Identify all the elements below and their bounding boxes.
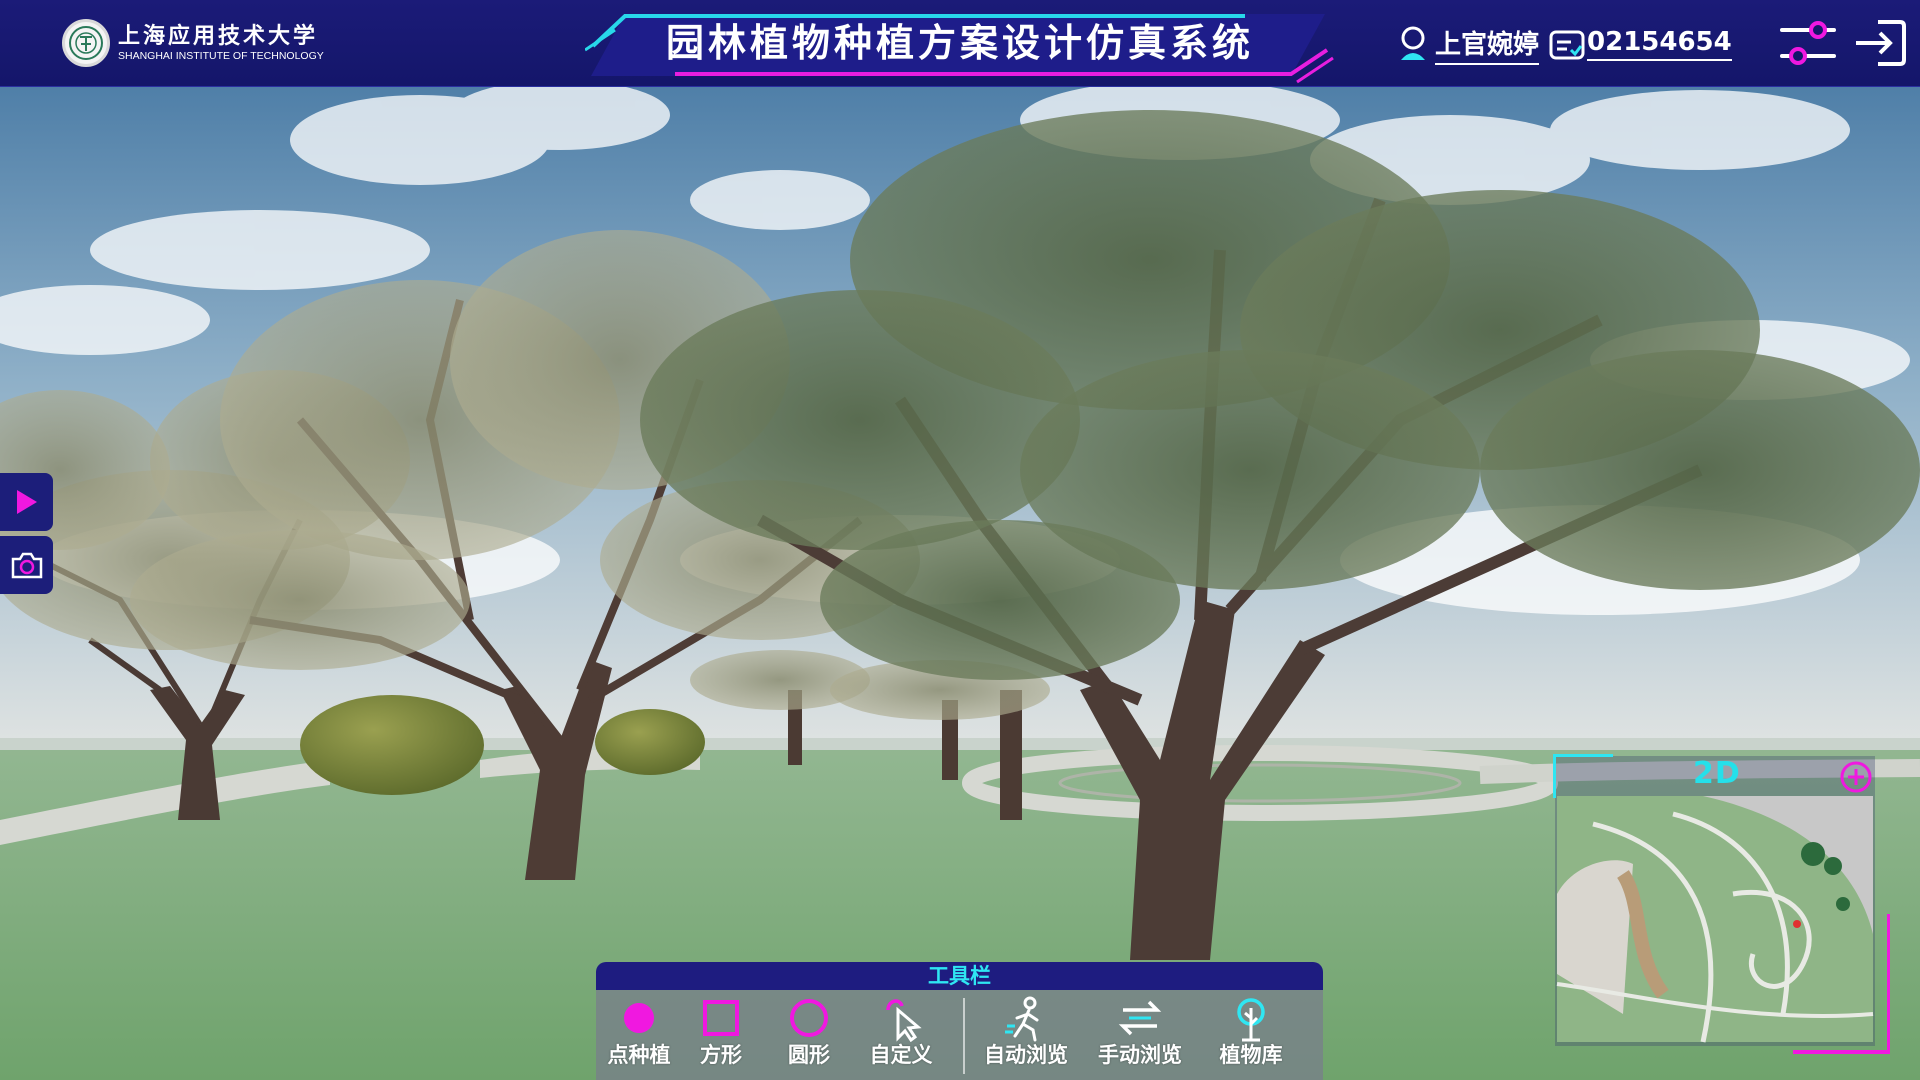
- toolbar-title: 工具栏: [596, 962, 1323, 990]
- minimap-expand-button[interactable]: [1839, 760, 1873, 794]
- tool-label: 点种植: [607, 1043, 671, 1067]
- university-name-cn: 上海应用技术大学: [118, 23, 319, 49]
- tree-icon: [1237, 998, 1265, 1042]
- app-title: 园林植物种植方案设计仿真系统: [665, 21, 1254, 65]
- logout-button[interactable]: [1852, 18, 1908, 68]
- tool-auto-browse[interactable]: 自动浏览: [976, 990, 1076, 1080]
- swap-arrows-icon: [1118, 1000, 1162, 1036]
- shrub: [300, 695, 484, 795]
- screenshot-button[interactable]: [0, 536, 53, 594]
- dot-plant-icon: [624, 1003, 654, 1033]
- circle-icon: [790, 999, 828, 1037]
- toolbar: 工具栏 点种植 方形 圆形 自定义 自动浏览 手动浏览 植物库: [596, 962, 1323, 1080]
- university-name-en: SHANGHAI INSTITUTE OF TECHNOLOGY: [118, 50, 324, 62]
- minimap[interactable]: 2D: [1553, 754, 1890, 1054]
- tool-plant-library[interactable]: 植物库: [1206, 990, 1296, 1080]
- shrub: [595, 709, 705, 775]
- tool-label: 植物库: [1219, 1043, 1283, 1067]
- user-id: 02154654: [1587, 27, 1732, 61]
- square-icon: [703, 1000, 739, 1036]
- tool-label: 手动浏览: [1098, 1043, 1182, 1067]
- walking-person-icon: [1005, 996, 1039, 1042]
- tool-square[interactable]: 方形: [686, 990, 756, 1080]
- university-seal-icon: [62, 19, 110, 67]
- title-plate: 园林植物种植方案设计仿真系统: [585, 6, 1335, 84]
- tool-circle[interactable]: 圆形: [774, 990, 844, 1080]
- tool-label: 自动浏览: [984, 1043, 1068, 1067]
- tool-label: 自定义: [869, 1043, 933, 1067]
- university-logo: 上海应用技术大学 SHANGHAI INSTITUTE OF TECHNOLOG…: [62, 10, 324, 76]
- settings-button[interactable]: [1778, 18, 1838, 68]
- user-info: 上官婉婷 02154654: [1395, 22, 1732, 66]
- tool-dot-plant[interactable]: 点种植: [604, 990, 674, 1080]
- user-avatar-icon: [1395, 24, 1431, 64]
- user-name: 上官婉婷: [1435, 24, 1540, 65]
- plus-circle-icon: [1840, 761, 1872, 793]
- camera-icon: [11, 552, 42, 579]
- tool-label: 方形: [700, 1043, 742, 1067]
- minimap-mode-label[interactable]: 2D: [1693, 756, 1741, 791]
- play-icon: [16, 490, 37, 514]
- slider-settings-icon: [1780, 21, 1836, 65]
- app-header: 上海应用技术大学 SHANGHAI INSTITUTE OF TECHNOLOG…: [0, 0, 1920, 87]
- tool-custom[interactable]: 自定义: [856, 990, 946, 1080]
- custom-pointer-icon: [886, 999, 922, 1042]
- play-button[interactable]: [0, 473, 53, 531]
- toolbar-divider: [963, 998, 965, 1074]
- tool-manual-browse[interactable]: 手动浏览: [1092, 990, 1188, 1080]
- logout-icon: [1856, 20, 1906, 66]
- id-card-icon: [1547, 24, 1585, 64]
- tool-label: 圆形: [788, 1043, 830, 1067]
- toolbar-body: 点种植 方形 圆形 自定义 自动浏览 手动浏览 植物库: [596, 990, 1323, 1080]
